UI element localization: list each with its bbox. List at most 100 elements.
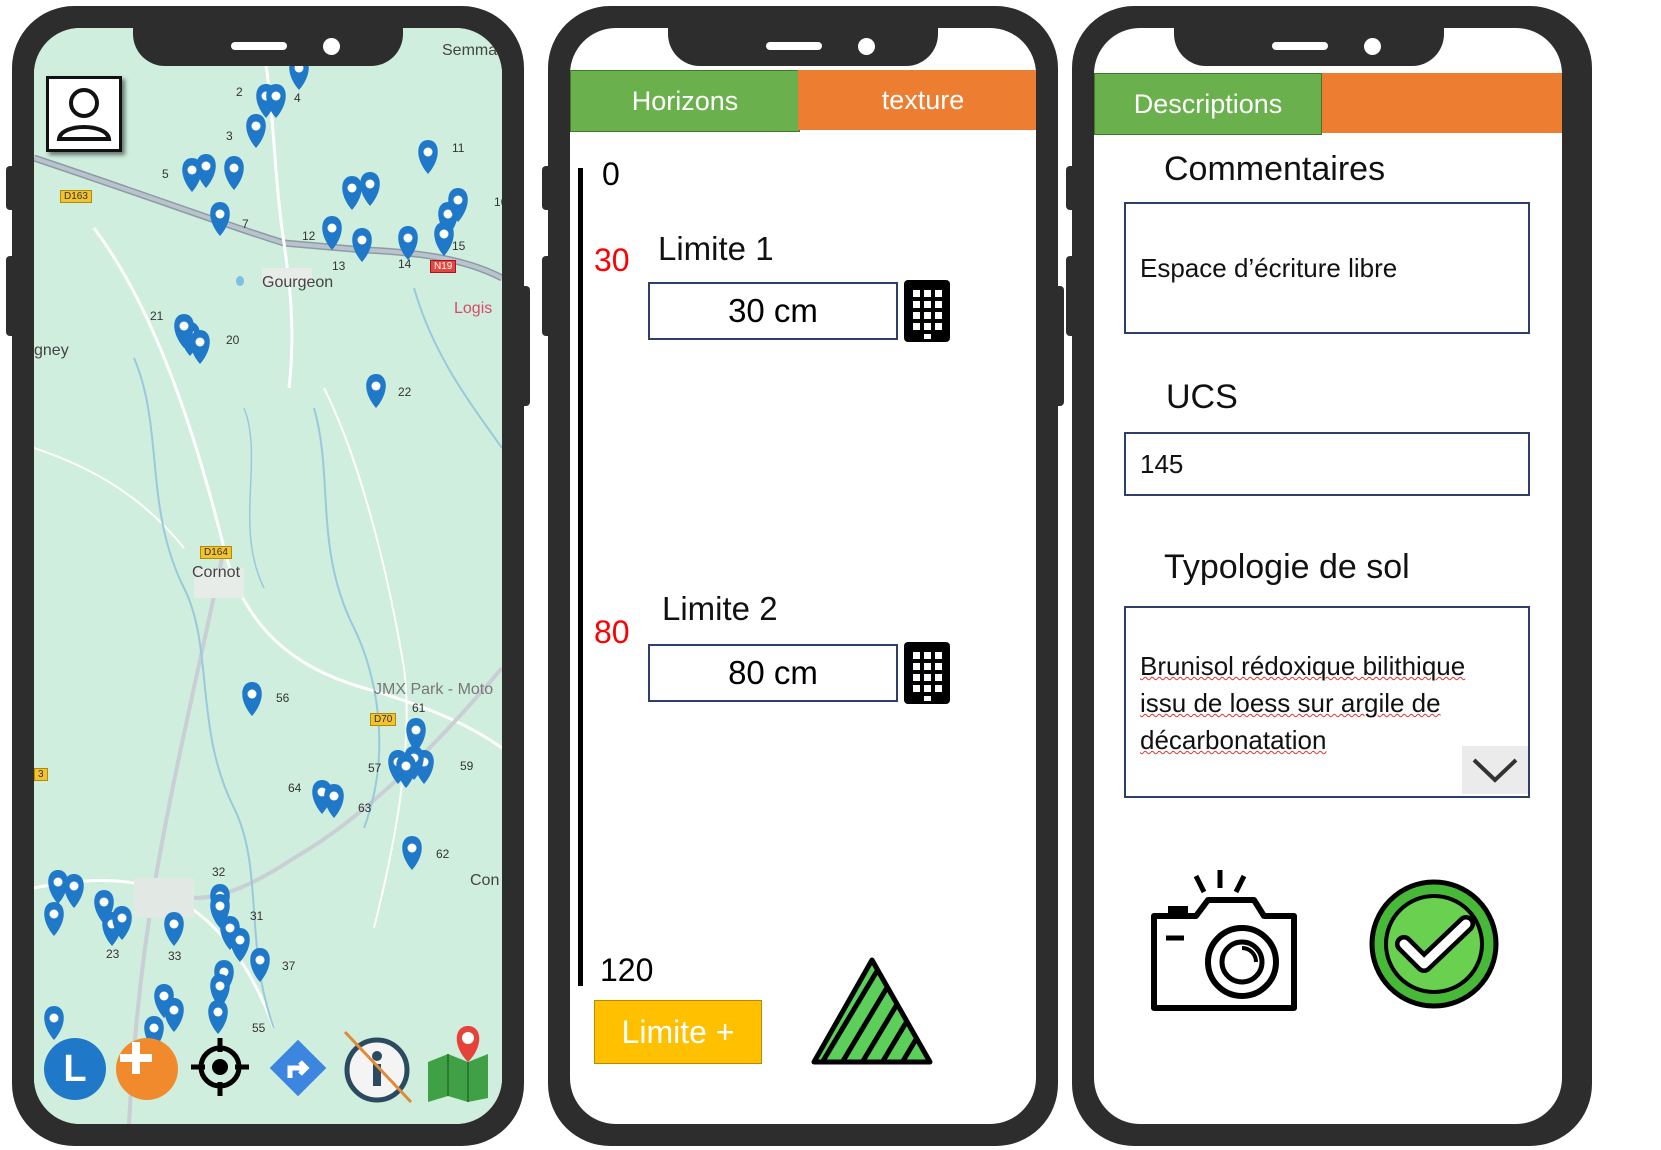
map-marker-icon[interactable] — [164, 912, 184, 946]
comments-textarea[interactable]: Espace d’écriture libre — [1124, 202, 1530, 334]
map-marker-icon[interactable] — [190, 330, 210, 364]
layer-letter: L — [63, 1047, 87, 1090]
chevron-down-icon[interactable] — [1462, 746, 1528, 794]
horizons-screen: Horizons texture 0 30 80 120 Limite 1 30… — [570, 28, 1036, 1124]
map-marker-number: 4 — [294, 91, 301, 105]
map-marker-number: 31 — [250, 909, 264, 923]
place-label: Logis — [454, 300, 493, 317]
map-marker-number: 14 — [398, 257, 412, 271]
map-marker-icon[interactable] — [342, 176, 362, 210]
side-button — [542, 256, 552, 336]
depth-marker-2: 80 — [594, 614, 630, 650]
road-tag: D163 — [60, 190, 92, 203]
typology-select[interactable]: Brunisol rédoxique bilithique issu de lo… — [1124, 606, 1530, 798]
place-label: Cornot — [192, 564, 241, 581]
tab-texture[interactable]: texture — [798, 70, 1036, 130]
map-marker-icon[interactable] — [250, 948, 270, 982]
side-button — [1066, 256, 1076, 336]
map-marker-number: 22 — [398, 385, 412, 399]
camera-icon[interactable] — [1146, 868, 1302, 1018]
map-marker-icon[interactable] — [242, 682, 262, 716]
limit-1-label: Limite 1 — [658, 230, 774, 267]
place-label: JMX Park - Moto — [374, 681, 494, 698]
crosshair-locate-icon[interactable] — [189, 1036, 251, 1098]
side-button — [1066, 166, 1076, 210]
map-screen: 1234567111213141516202122566157596463623… — [34, 28, 502, 1124]
map-marker-number: 63 — [358, 801, 372, 815]
map-marker-icon[interactable] — [396, 754, 416, 788]
map-marker-icon[interactable] — [434, 222, 454, 256]
ucs-field[interactable]: 145 — [1124, 432, 1530, 496]
map-marker-icon[interactable] — [164, 998, 184, 1032]
place-label: Semma — [442, 42, 498, 59]
map-marker-number: 20 — [226, 333, 240, 347]
map-marker-icon[interactable] — [324, 784, 344, 818]
phone-descriptions: Descriptions Commentaires Espace d’écrit… — [1066, 6, 1592, 1146]
limit-1-field[interactable]: 30 cm — [648, 282, 898, 340]
map-marker-number: 21 — [150, 309, 164, 323]
map-view[interactable]: 1234567111213141516202122566157596463623… — [34, 28, 502, 1124]
map-marker-number: 55 — [252, 1021, 266, 1035]
ucs-value: 145 — [1140, 448, 1184, 479]
map-marker-number: 64 — [288, 781, 302, 795]
map-marker-icon[interactable] — [224, 156, 244, 190]
place-label: Con — [470, 872, 500, 889]
descriptions-screen: Descriptions Commentaires Espace d’écrit… — [1094, 28, 1562, 1124]
road-tag: N19 — [430, 260, 457, 273]
map-marker-number: 2 — [236, 85, 243, 99]
map-marker-icon[interactable] — [402, 836, 422, 870]
depth-top-label: 0 — [602, 156, 620, 192]
map-marker-number: 5 — [162, 167, 169, 181]
tab-horizons[interactable]: Horizons — [570, 70, 800, 132]
map-marker-number: 13 — [332, 259, 346, 273]
place-label: Gourgeon — [262, 274, 334, 291]
calculator-icon[interactable] — [904, 280, 950, 342]
map-marker-number: 61 — [412, 701, 426, 715]
side-button — [520, 286, 530, 406]
limit-2-field[interactable]: 80 cm — [648, 644, 898, 702]
map-marker-number: 59 — [460, 759, 474, 773]
typology-value: Brunisol rédoxique bilithique issu de lo… — [1140, 651, 1466, 755]
depth-bottom-label: 120 — [600, 952, 654, 988]
map-marker-icon[interactable] — [210, 202, 230, 236]
map-marker-number: 37 — [282, 959, 296, 973]
add-limit-button[interactable]: Limite + — [594, 1000, 762, 1064]
map-marker-icon[interactable] — [360, 172, 380, 206]
place-label: gney — [34, 342, 69, 359]
map-marker-icon[interactable] — [64, 874, 84, 908]
texture-triangle-icon[interactable] — [810, 956, 934, 1066]
side-button — [6, 166, 16, 210]
tab-empty[interactable] — [1322, 73, 1562, 133]
map-marker-number: 16 — [494, 195, 502, 209]
calculator-icon[interactable] — [904, 642, 950, 704]
road-tag: D70 — [370, 713, 397, 726]
directions-icon[interactable] — [266, 1036, 330, 1100]
map-marker-number: 12 — [302, 229, 316, 243]
road-tag: D164 — [200, 546, 232, 559]
map-marker-number: 56 — [276, 691, 290, 705]
map-pin-icon[interactable] — [424, 1022, 494, 1102]
map-marker-number: 62 — [436, 847, 450, 861]
limit-2-label: Limite 2 — [662, 590, 778, 627]
add-plus-icon[interactable] — [116, 1038, 178, 1100]
phone-notch — [133, 28, 403, 66]
phone-notch — [1174, 28, 1445, 66]
map-marker-icon[interactable] — [246, 114, 266, 148]
map-marker-number: 11 — [452, 141, 465, 155]
layer-l-icon[interactable]: L — [44, 1038, 106, 1100]
map-marker-icon[interactable] — [196, 154, 216, 188]
map-marker-icon[interactable] — [230, 928, 250, 962]
map-marker-icon[interactable] — [44, 902, 64, 936]
compass-info-icon[interactable] — [339, 1028, 413, 1104]
check-validate-icon[interactable] — [1368, 878, 1500, 1010]
user-avatar-icon[interactable] — [46, 76, 122, 152]
map-marker-number: 3 — [226, 129, 233, 143]
tab-descriptions[interactable]: Descriptions — [1094, 73, 1322, 135]
phone-horizons: Horizons texture 0 30 80 120 Limite 1 30… — [542, 6, 1064, 1146]
map-marker-number: 23 — [106, 947, 120, 961]
map-marker-icon[interactable] — [44, 1006, 64, 1040]
map-marker-icon[interactable] — [352, 228, 372, 262]
map-marker-number: 32 — [212, 865, 226, 879]
map-marker-icon[interactable] — [366, 374, 386, 408]
map-marker-icon[interactable] — [418, 140, 438, 174]
